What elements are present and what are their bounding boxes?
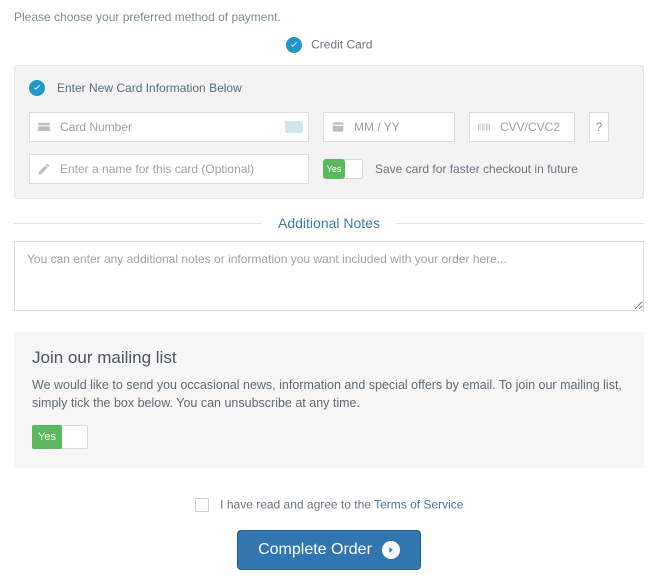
- terms-checkbox[interactable]: [195, 498, 209, 512]
- card-panel-header: Enter New Card Information Below: [29, 80, 629, 96]
- credit-card-label: Credit Card: [311, 38, 372, 52]
- card-name-input[interactable]: [29, 154, 309, 184]
- notes-textarea[interactable]: [14, 241, 644, 311]
- terms-text: I have read and agree to the Terms of Se…: [220, 498, 463, 512]
- arrow-right-icon: [382, 541, 400, 559]
- card-brand-icons: [285, 121, 303, 133]
- pencil-icon: [37, 162, 51, 176]
- new-card-radio[interactable]: [29, 80, 45, 96]
- toggle-on-label: Yes: [323, 159, 345, 179]
- card-panel-title: Enter New Card Information Below: [57, 81, 242, 95]
- payment-intro: Please choose your preferred method of p…: [14, 10, 644, 24]
- cvv-help-button[interactable]: ?: [589, 112, 609, 142]
- mailing-desc: We would like to send you occasional new…: [32, 376, 626, 414]
- check-icon: [289, 40, 299, 50]
- card-number-wrap: [29, 112, 309, 142]
- notes-heading: Additional Notes: [262, 215, 396, 231]
- mailing-title: Join our mailing list: [32, 348, 626, 368]
- submit-row: Complete Order: [14, 530, 644, 570]
- check-icon: [32, 83, 42, 93]
- terms-prefix: I have read and agree to the: [220, 498, 374, 512]
- save-card-label: Save card for faster checkout in future: [375, 162, 578, 176]
- barcode-icon: [477, 120, 491, 134]
- save-card-row: Yes Save card for faster checkout in fut…: [323, 154, 629, 184]
- complete-order-label: Complete Order: [258, 541, 372, 559]
- terms-link[interactable]: Terms of Service: [374, 498, 463, 512]
- mailing-toggle[interactable]: Yes: [32, 425, 88, 449]
- card-icon: [37, 120, 51, 134]
- mailing-list-panel: Join our mailing list We would like to s…: [14, 332, 644, 469]
- calendar-icon: [331, 120, 345, 134]
- save-card-toggle[interactable]: Yes: [323, 159, 363, 179]
- mailing-toggle-on-label: Yes: [32, 425, 62, 449]
- notes-divider: Additional Notes: [14, 215, 644, 231]
- expiry-wrap: [323, 112, 455, 142]
- card-number-input[interactable]: [29, 112, 309, 142]
- payment-method-row: Credit Card: [14, 36, 644, 53]
- complete-order-button[interactable]: Complete Order: [237, 530, 421, 570]
- cvv-wrap: [469, 112, 575, 142]
- card-name-wrap: [29, 154, 309, 184]
- terms-row: I have read and agree to the Terms of Se…: [14, 496, 644, 512]
- placeholder-card-icon: [285, 121, 303, 133]
- card-info-panel: Enter New Card Information Below ? Yes: [14, 65, 644, 199]
- credit-card-radio[interactable]: [286, 37, 302, 53]
